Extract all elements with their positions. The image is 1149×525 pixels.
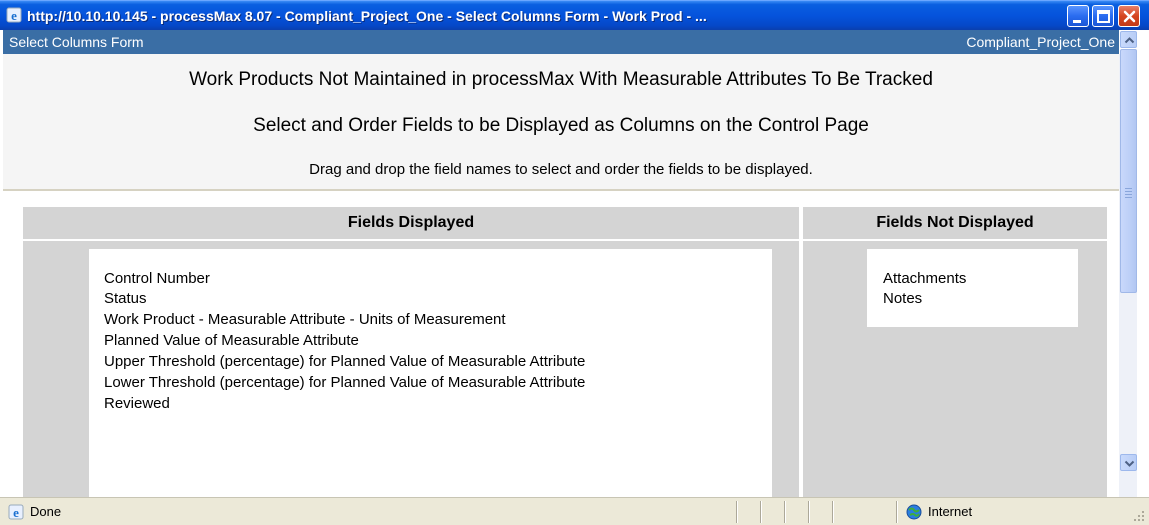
page-title: Work Products Not Maintained in processM…: [189, 69, 933, 90]
status-divider: [736, 501, 738, 523]
scroll-up-button[interactable]: [1120, 31, 1137, 48]
columns-panel: Fields Displayed Fields Not Displayed Co…: [3, 191, 1119, 497]
security-zone-text: Internet: [928, 504, 973, 519]
maximize-button[interactable]: [1092, 5, 1114, 27]
status-bar: e Done Internet: [0, 497, 1149, 525]
displayed-field-item[interactable]: Work Product - Measurable Attribute - Un…: [104, 310, 506, 330]
close-button[interactable]: [1118, 5, 1140, 27]
scrollbar-grip-line: [1125, 197, 1132, 198]
window-client: Select Columns Form Compliant_Project_On…: [3, 30, 1146, 497]
status-divider: [832, 501, 834, 523]
status-divider: [760, 501, 762, 523]
project-name: Compliant_Project_One: [966, 34, 1115, 50]
status-text: Done: [30, 504, 62, 519]
not-displayed-field-item[interactable]: Notes: [883, 289, 922, 309]
scrollbar-thumb[interactable]: [1120, 49, 1137, 293]
fields-displayed-column: Control Number Status Work Product - Mea…: [23, 241, 799, 497]
scrollbar-grip-line: [1125, 191, 1132, 192]
page-content: Work Products Not Maintained in processM…: [3, 54, 1119, 497]
displayed-field-item[interactable]: Status: [104, 289, 147, 309]
scrollbar-grip-line: [1125, 194, 1132, 195]
status-divider: [896, 501, 898, 523]
globe-icon: [906, 504, 922, 520]
ie-page-icon: e: [8, 504, 24, 520]
displayed-field-item[interactable]: Planned Value of Measurable Attribute: [104, 331, 359, 351]
status-divider: [784, 501, 786, 523]
page-subtitle: Select and Order Fields to be Displayed …: [253, 115, 869, 136]
not-displayed-field-item[interactable]: Attachments: [883, 269, 966, 289]
svg-text:e: e: [11, 8, 17, 23]
fields-displayed-list[interactable]: Control Number Status Work Product - Mea…: [89, 249, 772, 497]
displayed-field-item[interactable]: Control Number: [104, 269, 210, 289]
window-title: http://10.10.10.145 - processMax 8.07 - …: [27, 8, 707, 24]
form-name: Select Columns Form: [9, 34, 144, 50]
fields-displayed-header: Fields Displayed: [23, 207, 799, 239]
status-divider: [808, 501, 810, 523]
displayed-field-item[interactable]: Reviewed: [104, 394, 170, 414]
instructions-text: Drag and drop the field names to select …: [309, 161, 813, 178]
scrollbar-grip-line: [1125, 188, 1132, 189]
ie-page-icon: e: [6, 7, 22, 23]
scroll-down-button[interactable]: [1120, 454, 1137, 471]
displayed-field-item[interactable]: Lower Threshold (percentage) for Planned…: [104, 373, 585, 393]
svg-text:e: e: [13, 505, 19, 520]
displayed-field-item[interactable]: Upper Threshold (percentage) for Planned…: [104, 352, 585, 372]
fields-not-displayed-header: Fields Not Displayed: [803, 207, 1107, 239]
fields-not-displayed-list[interactable]: Attachments Notes: [867, 249, 1078, 327]
minimize-button[interactable]: [1067, 5, 1089, 27]
resize-grip-icon[interactable]: [1132, 509, 1146, 523]
window-titlebar[interactable]: e http://10.10.10.145 - processMax 8.07 …: [0, 0, 1149, 30]
form-header-bar: Select Columns Form Compliant_Project_On…: [3, 30, 1119, 54]
fields-not-displayed-column: Attachments Notes: [803, 241, 1107, 497]
